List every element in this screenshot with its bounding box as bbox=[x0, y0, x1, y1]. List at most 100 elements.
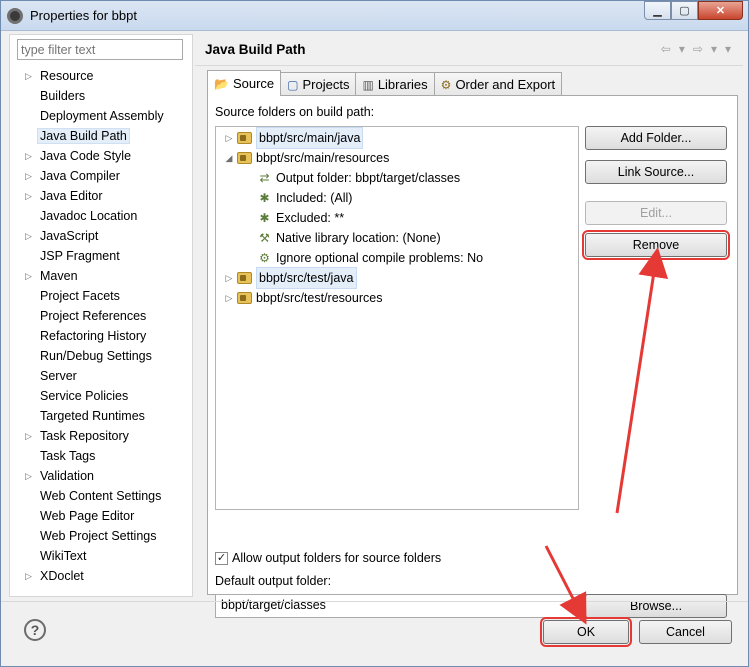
category-item[interactable]: JSP Fragment bbox=[10, 246, 192, 266]
expand-arrow-icon[interactable]: ▷ bbox=[25, 66, 32, 86]
expand-arrow-icon[interactable]: ▷ bbox=[25, 186, 32, 206]
category-item[interactable]: ▷ Validation bbox=[10, 466, 192, 486]
category-item[interactable]: Web Content Settings bbox=[10, 486, 192, 506]
category-label: Task Repository bbox=[40, 429, 129, 443]
title-bar: Properties for bbpt ▁ ▢ ✕ bbox=[1, 1, 748, 31]
source-attribute-row[interactable]: ⚙ Ignore optional compile problems: No bbox=[256, 248, 483, 268]
category-label: Validation bbox=[40, 469, 94, 483]
cancel-button[interactable]: Cancel bbox=[639, 620, 732, 644]
source-folder-row[interactable]: ◢ bbpt/src/main/resources bbox=[222, 148, 390, 168]
category-pane: ▷ Resource Builders Deployment Assembly Java… bbox=[9, 34, 193, 597]
source-folder-row[interactable]: ▷ bbpt/src/test/java bbox=[222, 267, 357, 289]
category-label: Refactoring History bbox=[40, 329, 147, 343]
expand-arrow-icon[interactable]: ▷ bbox=[25, 226, 32, 246]
ok-button[interactable]: OK bbox=[540, 617, 632, 647]
expand-arrow-icon[interactable]: ▷ bbox=[25, 146, 32, 166]
category-item[interactable]: Targeted Runtimes bbox=[10, 406, 192, 426]
minimize-icon: ▁ bbox=[653, 5, 662, 17]
forward-arrow-icon[interactable]: ⇨ bbox=[693, 42, 703, 56]
category-label: Java Build Path bbox=[37, 128, 130, 144]
source-attribute-row[interactable]: ✱ Included: (All) bbox=[256, 188, 352, 208]
tab-order-export[interactable]: ⚙ Order and Export bbox=[433, 72, 563, 96]
back-menu-icon[interactable]: ▾ bbox=[679, 42, 685, 56]
category-label: Targeted Runtimes bbox=[40, 409, 145, 423]
tab-libraries[interactable]: ▥ Libraries bbox=[355, 72, 435, 96]
tab-projects[interactable]: ▢ Projects bbox=[280, 72, 357, 96]
expand-arrow-icon[interactable]: ▷ bbox=[25, 426, 32, 446]
remove-button[interactable]: Remove bbox=[582, 230, 730, 260]
source-row-label: Ignore optional compile problems: No bbox=[276, 251, 484, 265]
browse-button[interactable]: Browse... bbox=[585, 594, 727, 618]
category-item[interactable]: Web Project Settings bbox=[10, 526, 192, 546]
add-folder-button[interactable]: Add Folder... bbox=[585, 126, 727, 150]
source-attribute-row[interactable]: ⇄ Output folder: bbpt/target/classes bbox=[256, 168, 460, 188]
default-output-label: Default output folder: bbox=[215, 574, 332, 588]
page-title: Java Build Path bbox=[205, 42, 306, 57]
package-folder-icon bbox=[236, 290, 253, 306]
native-icon: ⚒ bbox=[259, 231, 270, 245]
back-arrow-icon[interactable]: ⇦ bbox=[661, 42, 671, 56]
category-item[interactable]: ▷ Resource bbox=[10, 66, 192, 86]
source-folder-row[interactable]: ▷ bbpt/src/main/java bbox=[222, 127, 364, 149]
category-item[interactable]: Service Policies bbox=[10, 386, 192, 406]
allow-output-row[interactable]: ✓ Allow output folders for source folder… bbox=[215, 551, 441, 565]
category-item[interactable]: Web Page Editor bbox=[10, 506, 192, 526]
source-row-label: Included: (All) bbox=[276, 191, 353, 205]
expand-arrow-icon[interactable]: ▷ bbox=[25, 166, 32, 186]
category-item[interactable]: ▷ Java Compiler bbox=[10, 166, 192, 186]
collapse-arrow-icon[interactable]: ◢ bbox=[222, 148, 236, 168]
close-button[interactable]: ✕ bbox=[698, 1, 743, 20]
allow-output-checkbox[interactable]: ✓ bbox=[215, 551, 228, 565]
source-attribute-row[interactable]: ⚒ Native library location: (None) bbox=[256, 228, 441, 248]
source-folders-label: Source folders on build path: bbox=[215, 105, 375, 119]
source-row-label: bbpt/src/main/java bbox=[256, 127, 364, 149]
category-label: Service Policies bbox=[40, 389, 129, 403]
category-item[interactable]: ▷ JavaScript bbox=[10, 226, 192, 246]
expand-arrow-icon[interactable]: ▷ bbox=[25, 566, 32, 586]
default-output-field[interactable]: bbpt/target/classes bbox=[215, 594, 579, 618]
package-folder-icon bbox=[236, 150, 253, 166]
filter-input[interactable] bbox=[17, 39, 183, 60]
category-item[interactable]: ▷ XDoclet bbox=[10, 566, 192, 586]
category-item[interactable]: Project References bbox=[10, 306, 192, 326]
category-label: Maven bbox=[40, 269, 78, 283]
filter-icon: ✱ bbox=[259, 191, 270, 205]
expand-arrow-icon[interactable]: ▷ bbox=[222, 128, 236, 148]
category-item[interactable]: Task Tags bbox=[10, 446, 192, 466]
category-tree: ▷ Resource Builders Deployment Assembly Java… bbox=[10, 66, 192, 586]
category-label: Project Facets bbox=[40, 289, 120, 303]
view-menu-icon[interactable]: ▾ bbox=[725, 42, 731, 56]
category-item[interactable]: Server bbox=[10, 366, 192, 386]
category-item[interactable]: Run/Debug Settings bbox=[10, 346, 192, 366]
source-attribute-row[interactable]: ✱ Excluded: ** bbox=[256, 208, 344, 228]
expand-arrow-icon[interactable]: ▷ bbox=[25, 266, 32, 286]
tab-source[interactable]: 📂 Source bbox=[207, 70, 282, 96]
category-item[interactable]: ▷ Maven bbox=[10, 266, 192, 286]
category-item[interactable]: WikiText bbox=[10, 546, 192, 566]
category-item[interactable]: Java Build Path bbox=[10, 126, 192, 146]
order-export-icon: ⚙ bbox=[440, 77, 452, 92]
minimize-button[interactable]: ▁ bbox=[644, 1, 671, 20]
category-item[interactable]: ▷ Java Editor bbox=[10, 186, 192, 206]
tab-label: Source bbox=[232, 75, 275, 91]
category-item[interactable]: Project Facets bbox=[10, 286, 192, 306]
expand-arrow-icon[interactable]: ▷ bbox=[222, 268, 236, 288]
link-source-button[interactable]: Link Source... bbox=[585, 160, 727, 184]
expand-arrow-icon[interactable]: ▷ bbox=[25, 466, 32, 486]
category-item[interactable]: Deployment Assembly bbox=[10, 106, 192, 126]
category-item[interactable]: Builders bbox=[10, 86, 192, 106]
category-item[interactable]: Refactoring History bbox=[10, 326, 192, 346]
app-gear-icon bbox=[7, 8, 23, 24]
source-folder-row[interactable]: ▷ bbpt/src/test/resources bbox=[222, 288, 383, 308]
source-folders-tree[interactable]: ▷ bbpt/src/main/java ◢ bbpt/src/main/resour… bbox=[215, 126, 579, 510]
category-item[interactable]: ▷ Java Code Style bbox=[10, 146, 192, 166]
footer-divider bbox=[1, 601, 748, 602]
edit-button[interactable]: Edit... bbox=[585, 201, 727, 225]
category-label: Web Page Editor bbox=[40, 509, 135, 523]
category-item[interactable]: ▷ Task Repository bbox=[10, 426, 192, 446]
expand-arrow-icon[interactable]: ▷ bbox=[222, 288, 236, 308]
forward-menu-icon[interactable]: ▾ bbox=[711, 42, 717, 56]
category-item[interactable]: Javadoc Location bbox=[10, 206, 192, 226]
help-icon[interactable]: ? bbox=[24, 619, 46, 641]
maximize-button[interactable]: ▢ bbox=[671, 1, 698, 20]
